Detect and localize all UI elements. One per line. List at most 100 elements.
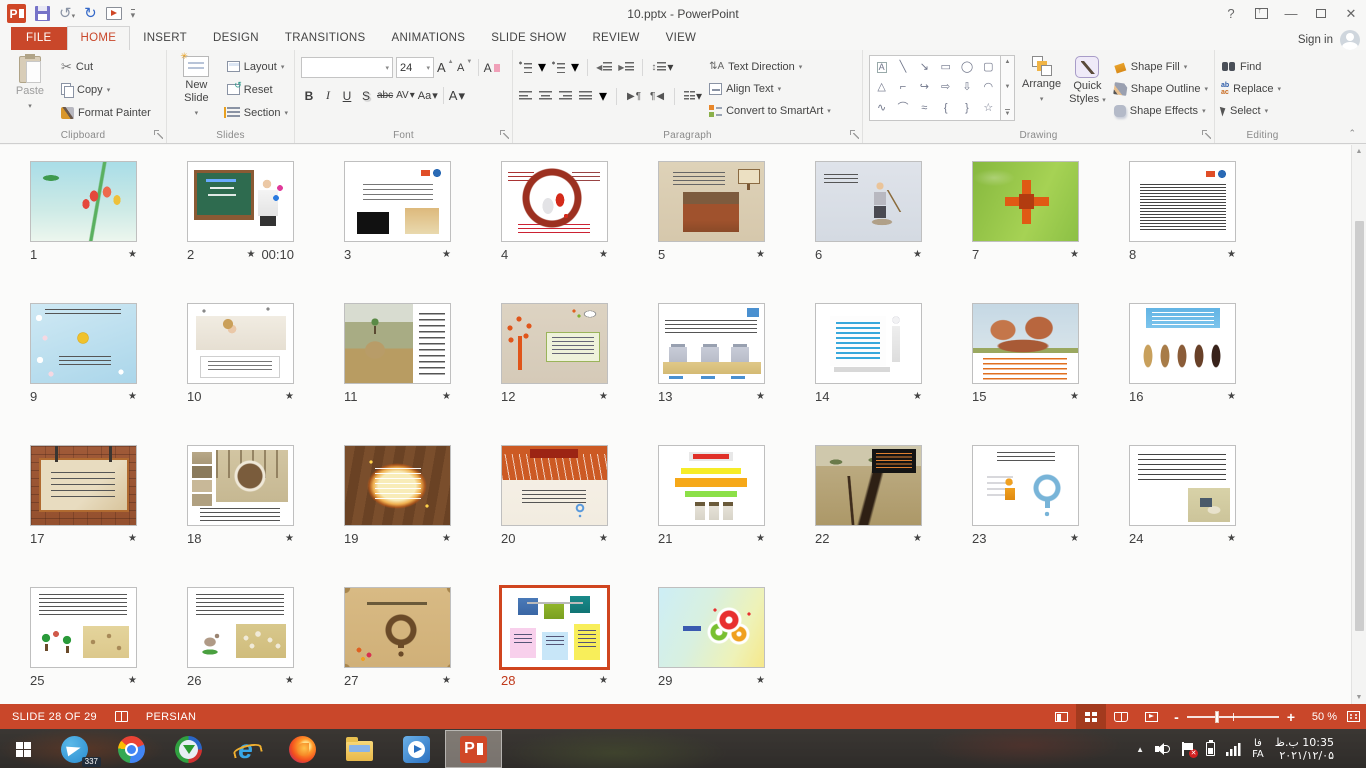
slide-thumbnail-9[interactable] — [30, 303, 137, 384]
shape-curve-icon[interactable]: ≈ — [921, 103, 927, 114]
undo-dropdown-icon[interactable]: ▾ — [72, 13, 76, 20]
tab-animations[interactable]: ANIMATIONS — [379, 27, 479, 50]
taskbar-chrome[interactable] — [103, 730, 160, 768]
slide-thumbnail-19[interactable] — [344, 445, 451, 526]
transition-star-icon[interactable]: ★ — [442, 533, 451, 544]
taskbar-file-explorer[interactable] — [331, 730, 388, 768]
transition-star-icon[interactable]: ★ — [1227, 533, 1236, 544]
slide-thumbnail-29[interactable] — [658, 587, 765, 668]
taskbar-telegram[interactable]: 337 — [46, 730, 103, 768]
zoom-in-button[interactable]: + — [1287, 712, 1295, 722]
scrollbar-thumb[interactable] — [1355, 221, 1364, 631]
save-icon[interactable] — [35, 6, 50, 21]
slide-thumbnail-16[interactable] — [1129, 303, 1236, 384]
transition-star-icon[interactable]: ★ — [128, 249, 137, 260]
shape-down-arrow-icon[interactable]: ⇩ — [962, 82, 971, 93]
slide-thumbnail-5[interactable] — [658, 161, 765, 242]
left-to-right-button[interactable]: ▶¶ — [626, 88, 642, 105]
minimize-button[interactable]: — — [1276, 0, 1306, 27]
shape-right-arrow-icon[interactable]: ⇨ — [941, 82, 950, 93]
ribbon-display-options-button[interactable] — [1246, 0, 1276, 27]
transition-star-icon[interactable]: ★ — [599, 249, 608, 260]
shape-effects-button[interactable]: Shape Effects▾ — [1114, 102, 1208, 119]
slide-thumbnail-14[interactable] — [815, 303, 922, 384]
clear-formatting-button[interactable]: A — [484, 59, 500, 76]
copy-dropdown-icon[interactable]: ▾ — [107, 86, 111, 94]
slide-sorter-view-button[interactable] — [1076, 704, 1106, 729]
new-slide-button[interactable]: New Slide ▾ — [173, 55, 220, 120]
transition-star-icon[interactable]: ★ — [442, 391, 451, 402]
network-signal-icon[interactable] — [1226, 742, 1241, 756]
shape-rounded-rectangle-icon[interactable]: ▢ — [983, 62, 993, 73]
transition-star-icon[interactable]: ★ — [1227, 391, 1236, 402]
align-left-icon[interactable] — [519, 90, 532, 102]
tab-file[interactable]: FILE — [11, 27, 67, 50]
transition-star-icon[interactable]: ★ — [285, 533, 294, 544]
show-hidden-icons-chevron[interactable]: ▲ — [1136, 745, 1144, 754]
align-right-icon[interactable] — [559, 90, 572, 102]
slide-thumbnail-21[interactable] — [658, 445, 765, 526]
font-size-combobox[interactable]: 24▾ — [396, 57, 434, 78]
chevron-down-icon[interactable]: ▾ — [422, 64, 430, 72]
slide-thumbnail-10[interactable] — [187, 303, 294, 384]
slide-thumbnail-24[interactable] — [1129, 445, 1236, 526]
slide-thumbnail-18[interactable] — [187, 445, 294, 526]
slide-thumbnail-22[interactable] — [815, 445, 922, 526]
zoom-slider-thumb[interactable] — [1215, 711, 1219, 723]
line-spacing-button[interactable]: ↕▾ — [651, 59, 673, 76]
transition-star-icon[interactable]: ★ — [913, 249, 922, 260]
zoom-slider[interactable] — [1187, 716, 1279, 718]
undo-button[interactable]: ↺▾ — [59, 6, 75, 21]
transition-star-icon[interactable]: ★ — [756, 533, 765, 544]
shape-line-icon[interactable]: ╲ — [900, 62, 907, 73]
shape-arrow-icon[interactable]: ↘ — [920, 62, 929, 73]
transition-star-icon[interactable]: ★ — [913, 533, 922, 544]
shape-arc-icon[interactable]: ⌒ — [897, 103, 908, 114]
convert-smartart-button[interactable]: Convert to SmartArt▾ — [709, 102, 831, 119]
scroll-up-icon[interactable]: ▲ — [1356, 148, 1363, 155]
language-label[interactable]: PERSIAN — [146, 711, 196, 723]
shape-left-brace-icon[interactable]: { — [944, 103, 948, 114]
shape-scribble-icon[interactable]: ∿ — [877, 103, 886, 114]
justify-icon[interactable] — [579, 90, 592, 102]
tab-view[interactable]: VIEW — [653, 27, 710, 50]
shape-outline-button[interactable]: Shape Outline▾ — [1114, 80, 1208, 97]
shapes-gallery[interactable]: A ╲ ↘ ▭ ◯ ▢ △ ⌐ ↪ ⇨ ⇩ ◠ ∿ ⌒ ≈ { } — [869, 55, 1001, 121]
slide-thumbnail-26[interactable] — [187, 587, 294, 668]
find-button[interactable]: Find — [1221, 58, 1281, 75]
transition-star-icon[interactable]: ★ — [285, 675, 294, 686]
character-spacing-button[interactable]: AV▾ — [396, 87, 415, 104]
transition-star-icon[interactable]: ★ — [1227, 249, 1236, 260]
customize-qat-icon[interactable]: ▾ — [131, 9, 136, 19]
taskbar-idm[interactable] — [160, 730, 217, 768]
reset-button[interactable]: Reset — [227, 81, 288, 98]
text-direction-button[interactable]: ⇅AText Direction▾ — [709, 58, 831, 75]
align-text-button[interactable]: Align Text▾ — [709, 80, 831, 97]
tab-insert[interactable]: INSERT — [130, 27, 200, 50]
taskbar-internet-explorer[interactable]: e — [217, 730, 274, 768]
sign-in-area[interactable]: Sign in — [1298, 30, 1360, 50]
normal-view-button[interactable] — [1046, 704, 1076, 729]
cut-button[interactable]: ✂Cut — [61, 58, 151, 75]
start-button[interactable] — [0, 730, 46, 768]
tab-home[interactable]: HOME — [67, 26, 131, 50]
shape-oval-icon[interactable]: ◯ — [961, 62, 973, 73]
redo-icon[interactable]: ↻ — [84, 6, 97, 21]
tab-transitions[interactable]: TRANSITIONS — [272, 27, 379, 50]
slide-thumbnail-27[interactable] — [344, 587, 451, 668]
shape-elbow-icon[interactable]: ⌐ — [900, 82, 906, 93]
slide-thumbnail-17[interactable] — [30, 445, 137, 526]
slide-thumbnail-15[interactable] — [972, 303, 1079, 384]
arrange-button[interactable]: Arrange ▾ — [1022, 55, 1061, 106]
reading-view-button[interactable] — [1106, 704, 1136, 729]
paste-button[interactable]: Paste ▾ — [6, 55, 54, 113]
transition-star-icon[interactable]: ★ — [1070, 533, 1079, 544]
slide-thumbnail-1[interactable] — [30, 161, 137, 242]
select-button[interactable]: Select▾ — [1221, 102, 1281, 119]
transition-star-icon[interactable]: ★ — [442, 249, 451, 260]
transition-star-icon[interactable]: ★ — [246, 249, 255, 260]
language-indicator[interactable]: فاFA — [1252, 738, 1264, 760]
shapes-gallery-scrollbar[interactable]: ▲ ▼ ▼ — [1001, 55, 1015, 121]
slide-thumbnail-12[interactable] — [501, 303, 608, 384]
transition-star-icon[interactable]: ★ — [128, 391, 137, 402]
